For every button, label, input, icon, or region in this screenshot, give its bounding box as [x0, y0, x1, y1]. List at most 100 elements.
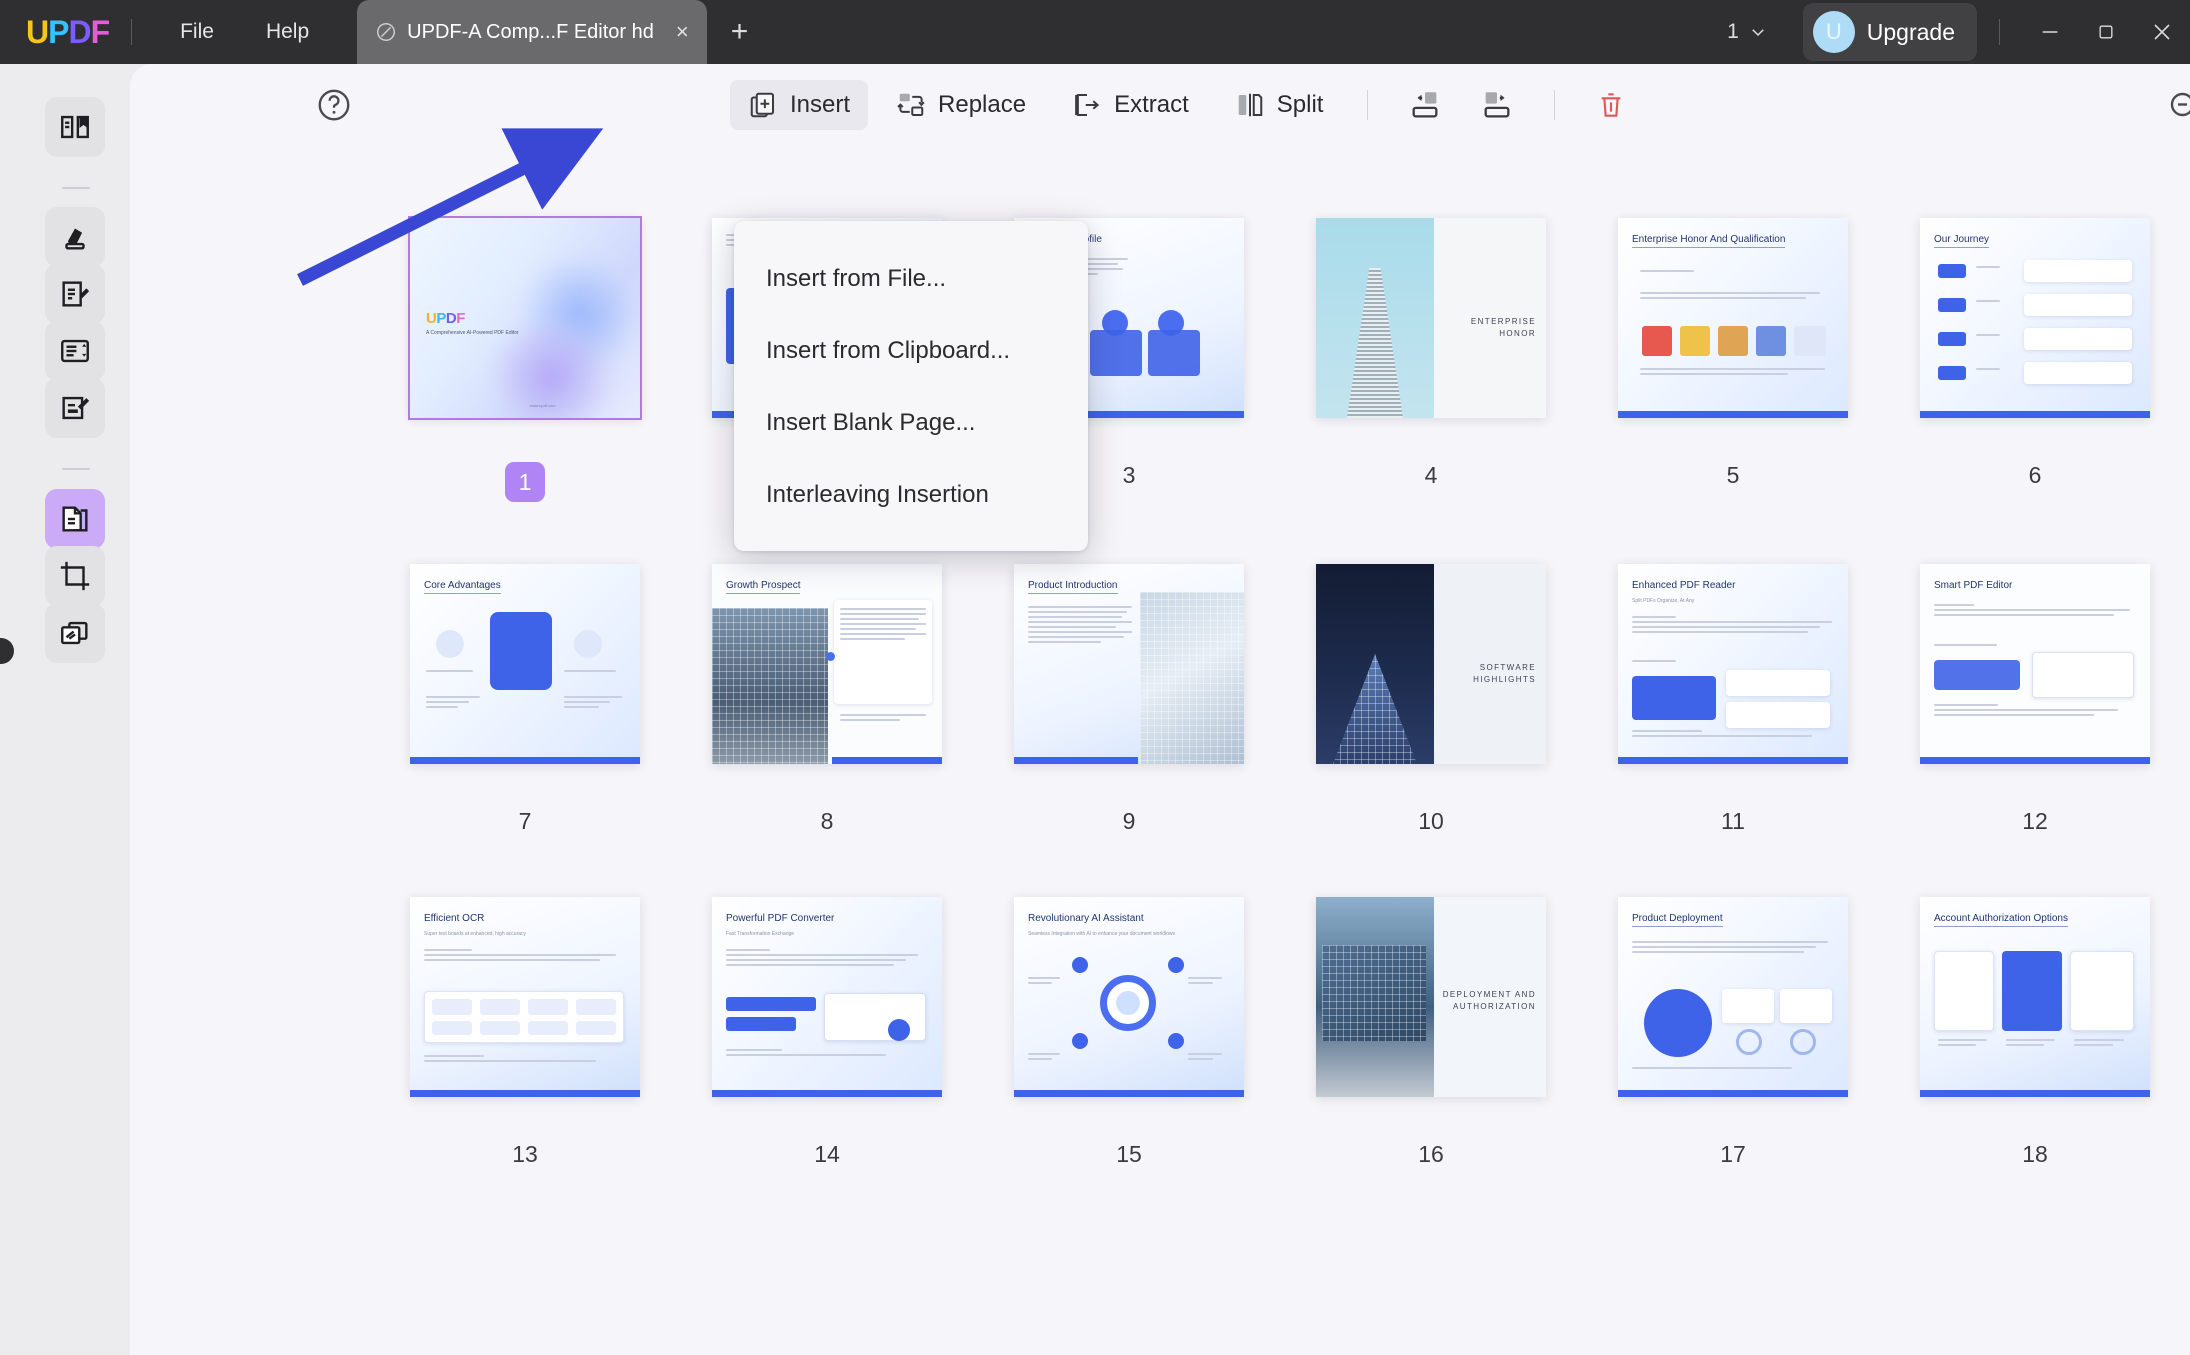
- menu-file[interactable]: File: [154, 12, 240, 52]
- page-cell[interactable]: Smart PDF Editor 12: [1920, 564, 2150, 835]
- minimize-button[interactable]: [2022, 0, 2078, 64]
- sidebar-item-batch-process[interactable]: [45, 603, 105, 663]
- insert-tool-button[interactable]: Insert: [730, 80, 869, 130]
- tab-close-icon[interactable]: ×: [676, 21, 689, 43]
- window-count-value: 1: [1727, 20, 1739, 43]
- extract-tool-button[interactable]: Extract: [1054, 80, 1207, 130]
- page-number: 1: [410, 462, 640, 502]
- slide-divider: ENTERPRISE HONOR: [1316, 218, 1546, 418]
- slide-card: [1148, 330, 1200, 376]
- close-window-button[interactable]: [2134, 0, 2190, 64]
- maximize-button[interactable]: [2078, 0, 2134, 64]
- page-thumbnail[interactable]: Powerful PDF Converter Fast Transformati…: [712, 897, 942, 1097]
- page-thumbnail[interactable]: Efficient OCR Super text boards at enhan…: [410, 897, 640, 1097]
- mesh-overlay: [1140, 592, 1244, 764]
- replace-tool-button[interactable]: Replace: [878, 80, 1044, 130]
- slide-title: Enterprise Honor And Qualification: [1632, 234, 1786, 248]
- page-cell[interactable]: Our Journey 6: [1920, 218, 2150, 502]
- menu-item-insert-blank-page[interactable]: Insert Blank Page...: [734, 387, 1088, 459]
- page-thumbnail[interactable]: SOFTWARE HIGHLIGHTS: [1316, 564, 1546, 764]
- slide-logo: UPDF: [426, 310, 465, 327]
- page-number: 9: [1122, 808, 1136, 834]
- page-thumbnail[interactable]: Our Journey: [1920, 218, 2150, 418]
- page-cell[interactable]: Growth Prospect 8: [712, 564, 942, 835]
- logo-letter-p: P: [48, 13, 69, 50]
- page-number: 12: [2022, 808, 2048, 834]
- new-tab-button[interactable]: +: [731, 17, 749, 47]
- document-tab[interactable]: UPDF-A Comp...F Editor hd ×: [357, 0, 707, 64]
- table-cell: [480, 999, 520, 1015]
- sidebar-item-sign[interactable]: [45, 378, 105, 438]
- table-cell: [480, 1021, 520, 1035]
- delete-pages-button[interactable]: [1581, 79, 1641, 131]
- page-cell[interactable]: UPDF A Comprehensive AI-Powered PDF Edit…: [408, 216, 642, 502]
- rotate-left-button[interactable]: [1394, 78, 1456, 132]
- page-thumbnail[interactable]: Enterprise Honor And Qualification: [1618, 218, 1848, 418]
- page-thumbnail[interactable]: Smart PDF Editor: [1920, 564, 2150, 764]
- logo-letter-d: D: [68, 13, 91, 50]
- slide-lines: [1976, 266, 2016, 271]
- page-thumbnail[interactable]: Revolutionary AI Assistant Seamless Inte…: [1014, 897, 1244, 1097]
- building-graphic: [1333, 654, 1417, 764]
- page-cell[interactable]: Core Advantages 7: [410, 564, 640, 835]
- menu-item-insert-from-file[interactable]: Insert from File...: [734, 243, 1088, 315]
- page-thumbnail[interactable]: Core Advantages: [410, 564, 640, 764]
- slide-card: [1632, 676, 1716, 720]
- slide-badge: [1642, 326, 1672, 356]
- page-cell[interactable]: Account Authorization Options 18: [1920, 897, 2150, 1168]
- slide-accent-bar: [832, 757, 942, 764]
- page-cell[interactable]: Powerful PDF Converter Fast Transformati…: [712, 897, 942, 1168]
- sidebar-item-form[interactable]: [45, 321, 105, 381]
- page-number: 4: [1424, 462, 1438, 488]
- page-thumbnail[interactable]: DEPLOYMENT AND AUTHORIZATION: [1316, 897, 1546, 1097]
- sidebar-item-crop-pages[interactable]: [45, 546, 105, 606]
- page-cell[interactable]: SOFTWARE HIGHLIGHTS 10: [1316, 564, 1546, 835]
- window-count-selector[interactable]: 1: [1717, 14, 1777, 50]
- toolbar-divider-1: [1367, 90, 1369, 120]
- page-thumbnail[interactable]: ENTERPRISE HONOR: [1316, 218, 1546, 418]
- page-cell[interactable]: Product Deployment 17: [1618, 897, 1848, 1168]
- menu-item-insert-from-clipboard[interactable]: Insert from Clipboard...: [734, 315, 1088, 387]
- upgrade-button[interactable]: U Upgrade: [1802, 3, 1977, 61]
- insert-dropdown-menu[interactable]: Insert from File... Insert from Clipboar…: [734, 221, 1088, 551]
- slide-lines: [840, 608, 926, 643]
- page-thumbnail[interactable]: UPDF A Comprehensive AI-Powered PDF Edit…: [408, 216, 642, 420]
- slide-title: Account Authorization Options: [1934, 913, 2068, 927]
- page-cell[interactable]: Product Introduction 9: [1014, 564, 1244, 835]
- page-cell[interactable]: ENTERPRISE HONOR 4: [1316, 218, 1546, 502]
- slide-lines: [2074, 1039, 2130, 1049]
- zoom-out-button[interactable]: [2166, 88, 2190, 129]
- menu-help[interactable]: Help: [240, 12, 335, 52]
- sidebar-item-organize-pages[interactable]: [45, 489, 105, 549]
- crop-icon: [60, 561, 90, 591]
- sidebar-item-reader-view[interactable]: [45, 97, 105, 157]
- replace-tool-label: Replace: [938, 91, 1027, 118]
- sidebar-item-annotate[interactable]: [45, 264, 105, 324]
- page-cell[interactable]: Enhanced PDF Reader Split PDFs Organize,…: [1618, 564, 1848, 835]
- split-tool-button[interactable]: Split: [1217, 80, 1342, 130]
- sidebar-item-highlighter[interactable]: [45, 207, 105, 267]
- page-cell[interactable]: Enterprise Honor And Qualification 5: [1618, 218, 1848, 502]
- page-thumbnail[interactable]: Growth Prospect: [712, 564, 942, 764]
- ai-node: [1168, 1033, 1184, 1049]
- deploy-circle: [1644, 989, 1712, 1057]
- page-thumbnail[interactable]: Account Authorization Options: [1920, 897, 2150, 1097]
- slide-badge: [1794, 326, 1826, 356]
- slide-lines: [1632, 730, 1832, 740]
- menu-item-interleaving-insertion[interactable]: Interleaving Insertion: [734, 459, 1088, 531]
- page-thumbnail[interactable]: Product Introduction: [1014, 564, 1244, 764]
- slide-lines: [424, 1055, 624, 1065]
- sidebar-collapse-handle[interactable]: [0, 638, 14, 664]
- page-cell[interactable]: DEPLOYMENT AND AUTHORIZATION 16: [1316, 897, 1546, 1168]
- license-card: [2002, 951, 2062, 1031]
- page-thumbnail[interactable]: Enhanced PDF Reader Split PDFs Organize,…: [1618, 564, 1848, 764]
- book-icon: [61, 115, 89, 139]
- page-thumbnail[interactable]: Product Deployment: [1618, 897, 1848, 1097]
- rotate-left-icon: [1413, 92, 1438, 118]
- page-cell[interactable]: Revolutionary AI Assistant Seamless Inte…: [1014, 897, 1244, 1168]
- rotate-right-button[interactable]: [1466, 78, 1528, 132]
- page-cell[interactable]: Efficient OCR Super text boards at enhan…: [410, 897, 640, 1168]
- help-button[interactable]: [315, 86, 355, 126]
- maximize-icon: [2099, 25, 2113, 39]
- page-organize-icon: [62, 506, 88, 532]
